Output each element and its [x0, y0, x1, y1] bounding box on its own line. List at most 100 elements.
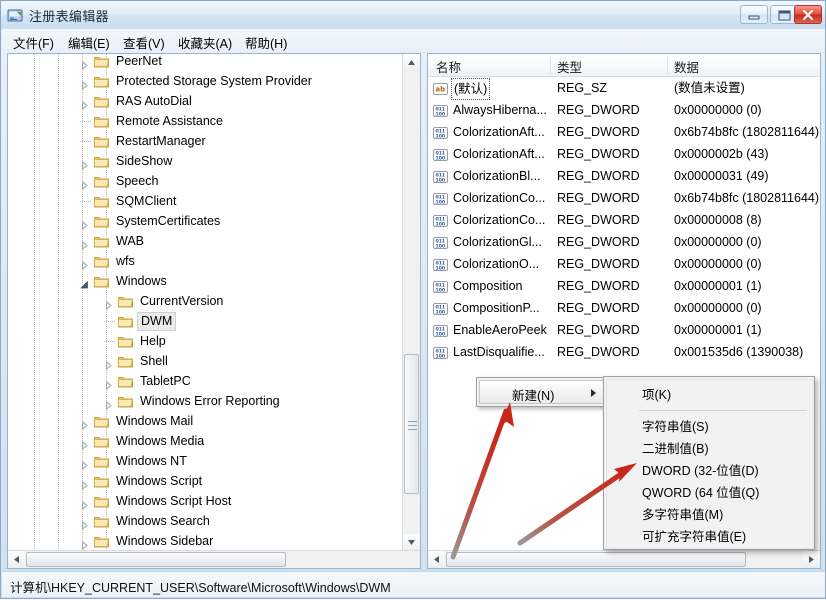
- expand-triangle-icon[interactable]: [80, 497, 89, 506]
- expand-triangle-icon[interactable]: [104, 397, 113, 406]
- list-scroll-left-button[interactable]: [428, 551, 445, 568]
- menu-favorites[interactable]: 收藏夹(A): [175, 32, 235, 53]
- value-type: REG_DWORD: [557, 187, 640, 209]
- expand-triangle-icon[interactable]: [80, 517, 89, 526]
- tree-item-label: Windows Error Reporting: [137, 392, 283, 411]
- value-row[interactable]: 011100ColorizationAft...REG_DWORD0x6b74b…: [428, 121, 820, 143]
- minimize-button[interactable]: [740, 5, 768, 24]
- tree-scroll-left-button[interactable]: [8, 551, 25, 568]
- dword-value-icon: 011100: [433, 213, 448, 227]
- expand-triangle-icon[interactable]: [80, 177, 89, 186]
- submenu-separator: [639, 410, 807, 411]
- expand-triangle-icon[interactable]: [80, 257, 89, 266]
- tree-item-label: SystemCertificates: [113, 212, 223, 231]
- folder-icon: [118, 335, 133, 348]
- submenu-item-key[interactable]: 项(K): [611, 384, 811, 406]
- tree-item-label: SQMClient: [113, 192, 179, 211]
- expand-triangle-icon[interactable]: [80, 97, 89, 106]
- value-data: 0x00000008 (8): [674, 209, 762, 231]
- submenu-item-multistring[interactable]: 多字符串值(M): [611, 504, 811, 526]
- value-row[interactable]: ab(默认)REG_SZ(数值未设置): [428, 77, 820, 99]
- tree-scroll-down-button[interactable]: [403, 534, 420, 551]
- tree-hscroll-thumb[interactable]: [26, 552, 286, 567]
- tree-scroll-thumb[interactable]: [404, 354, 419, 494]
- value-name: ColorizationAft...: [451, 143, 547, 165]
- column-divider[interactable]: [667, 56, 668, 74]
- menu-help[interactable]: 帮助(H): [242, 32, 290, 53]
- value-row[interactable]: 011100ColorizationO...REG_DWORD0x0000000…: [428, 253, 820, 275]
- value-data: 0x00000001 (1): [674, 319, 762, 341]
- value-row[interactable]: 011100ColorizationGl...REG_DWORD0x000000…: [428, 231, 820, 253]
- expand-triangle-icon[interactable]: [80, 437, 89, 446]
- expand-triangle-icon[interactable]: [104, 357, 113, 366]
- submenu-item-dword-value[interactable]: DWORD (32-位值(D): [611, 460, 811, 482]
- expand-triangle-icon[interactable]: [80, 417, 89, 426]
- value-name: ColorizationAft...: [451, 121, 547, 143]
- value-row[interactable]: 011100AlwaysHiberna...REG_DWORD0x0000000…: [428, 99, 820, 121]
- tree-item-label: TabletPC: [137, 372, 194, 391]
- submenu-item-qword-value[interactable]: QWORD (64 位值(Q): [611, 482, 811, 504]
- menu-edit[interactable]: 编辑(E): [65, 32, 113, 53]
- tree-horizontal-scrollbar[interactable]: [8, 550, 421, 568]
- tree-item-label: Windows: [113, 272, 170, 291]
- folder-icon: [94, 455, 109, 468]
- value-name: (默认): [451, 78, 490, 100]
- submenu-item-binary-value[interactable]: 二进制值(B): [611, 438, 811, 460]
- value-row[interactable]: 011100ColorizationCo...REG_DWORD0x6b74b8…: [428, 187, 820, 209]
- value-row[interactable]: 011100CompositionREG_DWORD0x00000001 (1): [428, 275, 820, 297]
- submenu-item-expandstring[interactable]: 可扩充字符串值(E): [611, 526, 811, 548]
- list-horizontal-scrollbar[interactable]: [428, 550, 820, 568]
- list-column-headers: 名称 类型 数据: [428, 54, 820, 77]
- tree-item-label: RestartManager: [113, 132, 209, 151]
- expand-triangle-icon[interactable]: [80, 57, 89, 66]
- context-menu-item-new[interactable]: 新建(N): [479, 380, 605, 404]
- folder-icon: [118, 295, 133, 308]
- value-data: (数值未设置): [674, 77, 745, 99]
- value-row[interactable]: 011100ColorizationAft...REG_DWORD0x00000…: [428, 143, 820, 165]
- menu-view[interactable]: 查看(V): [120, 32, 168, 53]
- expand-triangle-icon[interactable]: [104, 297, 113, 306]
- value-type: REG_DWORD: [557, 231, 640, 253]
- expand-triangle-icon[interactable]: [80, 217, 89, 226]
- expand-triangle-icon[interactable]: [80, 77, 89, 86]
- expand-triangle-icon[interactable]: [80, 157, 89, 166]
- dword-value-icon: 011100: [433, 279, 448, 293]
- column-divider[interactable]: [550, 56, 551, 74]
- value-row[interactable]: 011100EnableAeroPeekREG_DWORD0x00000001 …: [428, 319, 820, 341]
- svg-text:100: 100: [436, 265, 446, 271]
- expand-triangle-icon[interactable]: [80, 477, 89, 486]
- column-header-data[interactable]: 数据: [674, 57, 699, 76]
- svg-text:100: 100: [436, 155, 446, 161]
- submenu-item-string-value[interactable]: 字符串值(S): [611, 416, 811, 438]
- value-data: 0x6b74b8fc (1802811644): [674, 187, 819, 209]
- list-scroll-right-button[interactable]: [803, 551, 820, 568]
- tree-scroll-up-button[interactable]: [403, 54, 420, 71]
- value-type: REG_SZ: [557, 77, 607, 99]
- expand-triangle-icon[interactable]: [80, 537, 89, 546]
- expand-triangle-icon[interactable]: [104, 377, 113, 386]
- collapse-triangle-icon[interactable]: [80, 277, 89, 286]
- value-row[interactable]: 011100ColorizationCo...REG_DWORD0x000000…: [428, 209, 820, 231]
- svg-text:100: 100: [436, 133, 446, 139]
- column-header-type[interactable]: 类型: [557, 57, 582, 76]
- expand-triangle-icon[interactable]: [80, 457, 89, 466]
- value-row[interactable]: 011100ColorizationBl...REG_DWORD0x000000…: [428, 165, 820, 187]
- folder-icon: [118, 375, 133, 388]
- value-data: 0x00000000 (0): [674, 231, 762, 253]
- value-row[interactable]: 011100LastDisqualifie...REG_DWORD0x00153…: [428, 341, 820, 363]
- column-header-name[interactable]: 名称: [436, 57, 461, 76]
- value-data: 0x0000002b (43): [674, 143, 769, 165]
- close-button[interactable]: [794, 5, 822, 24]
- folder-icon: [94, 55, 109, 68]
- tree-vertical-scrollbar[interactable]: [402, 54, 420, 551]
- expand-triangle-icon[interactable]: [80, 237, 89, 246]
- value-name: ColorizationCo...: [451, 187, 547, 209]
- registry-tree-pane[interactable]: PeerNetProtected Storage System Provider…: [7, 53, 421, 569]
- dword-value-icon: 011100: [433, 323, 448, 337]
- value-data: 0x00000000 (0): [674, 253, 762, 275]
- value-type: REG_DWORD: [557, 165, 640, 187]
- list-hscroll-thumb[interactable]: [446, 552, 746, 567]
- menu-file[interactable]: 文件(F): [10, 32, 57, 53]
- value-row[interactable]: 011100CompositionP...REG_DWORD0x00000000…: [428, 297, 820, 319]
- tree-guide-line: [80, 121, 91, 122]
